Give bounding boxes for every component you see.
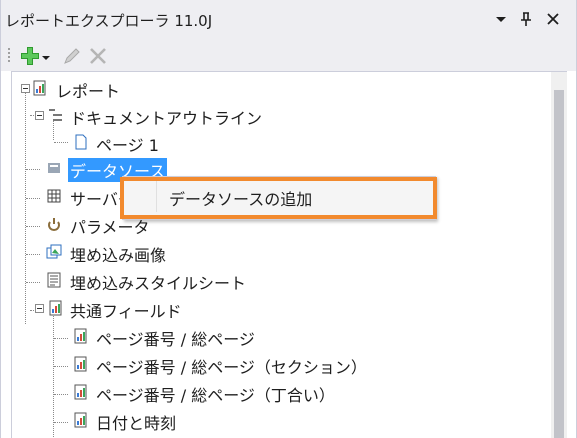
tree-label: ページ番号 / 総ページ（丁合い） xyxy=(96,386,335,405)
add-dropdown-icon[interactable] xyxy=(41,45,51,67)
collapse-toggle[interactable] xyxy=(35,111,44,120)
tree-node-field[interactable]: 日付と時刻 xyxy=(12,408,312,433)
context-menu: データソースの追加 xyxy=(122,176,436,220)
panel-title: レポートエクスプローラ 11.0J xyxy=(5,12,213,30)
report-tree: レポート ドキュメントアウトライン ページ 1 データソース サーバー パラメー… xyxy=(11,71,567,438)
field-icon xyxy=(74,412,87,428)
report-explorer-panel: レポートエクスプローラ 11.0J レポート ドキュメントアウトライン ページ … xyxy=(0,0,577,438)
toolbar-grip[interactable] xyxy=(7,47,11,63)
tree-label: 共通フィールド xyxy=(70,302,182,321)
tree-node-page-1[interactable]: ページ 1 xyxy=(12,130,212,155)
tree-node-field[interactable]: ページ番号 / 総ページ（丁合い） xyxy=(12,380,432,405)
datasource-icon xyxy=(48,163,60,173)
tree-label: レポート xyxy=(56,82,121,101)
field-icon xyxy=(74,356,87,372)
server-icon xyxy=(47,189,61,203)
pencil-icon[interactable] xyxy=(61,45,83,67)
tree-label: 埋め込みスタイルシート xyxy=(70,274,247,293)
tree-label: ページ番号 / 総ページ（セクション） xyxy=(96,358,367,377)
green-plus-icon[interactable] xyxy=(19,45,41,67)
field-icon xyxy=(74,328,87,344)
image-icon xyxy=(46,244,62,259)
menu-item-label: データソースの追加 xyxy=(169,190,313,209)
dropdown-icon[interactable] xyxy=(492,10,510,28)
tree-label: ページ番号 / 総ページ xyxy=(96,330,255,349)
outline-icon xyxy=(49,109,62,121)
tree-label: 埋め込み画像 xyxy=(70,246,167,265)
title-bar: レポートエクスプローラ 11.0J xyxy=(1,0,576,39)
scrollbar-thumb[interactable] xyxy=(554,90,564,438)
tree-node-embedded-stylesheets[interactable]: 埋め込みスタイルシート xyxy=(12,268,272,293)
field-icon xyxy=(74,384,87,400)
stylesheet-icon xyxy=(47,272,61,288)
collapse-toggle[interactable] xyxy=(35,304,44,313)
tree-label: 日付と時刻 xyxy=(96,414,177,433)
pin-icon[interactable] xyxy=(517,10,535,28)
parameter-icon xyxy=(48,218,60,231)
tree-label: ドキュメントアウトライン xyxy=(70,109,263,128)
tree-node-field[interactable]: ページ番号 / 総ページ xyxy=(12,324,312,349)
collapse-toggle[interactable] xyxy=(21,84,30,93)
delete-x-icon[interactable] xyxy=(87,45,109,67)
toolbar xyxy=(1,39,576,71)
report-icon xyxy=(33,80,46,96)
tree-node-embedded-images[interactable]: 埋め込み画像 xyxy=(12,240,212,265)
tree-node-server[interactable]: サーバー xyxy=(12,184,134,209)
tree-label: ページ 1 xyxy=(96,136,159,155)
page-icon xyxy=(75,134,87,150)
field-icon xyxy=(49,300,62,316)
menu-item-add-datasource[interactable]: データソースの追加 xyxy=(129,182,427,210)
close-icon[interactable] xyxy=(544,10,562,28)
tree-node-document-outline[interactable]: ドキュメントアウトライン xyxy=(12,103,272,128)
tree-node-field[interactable]: ページ番号 / 総ページ（セクション） xyxy=(12,352,432,377)
tree-node-common-fields[interactable]: 共通フィールド xyxy=(12,296,212,321)
tree-node-report[interactable]: レポート xyxy=(12,76,212,101)
